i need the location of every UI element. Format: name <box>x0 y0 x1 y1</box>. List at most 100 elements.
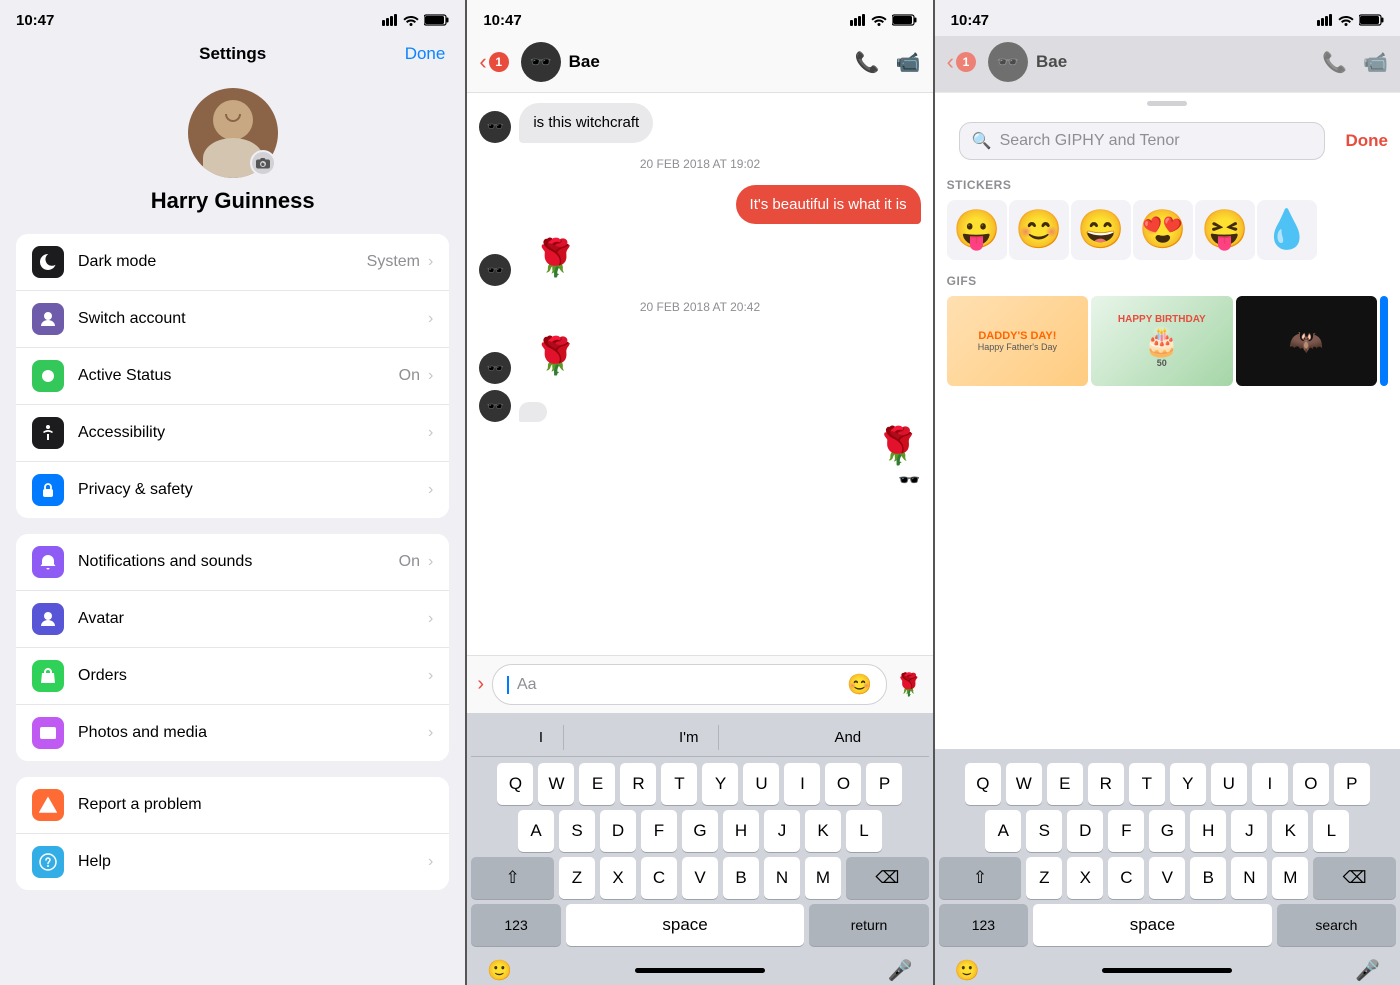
giphy-key-v[interactable]: V <box>1149 857 1185 899</box>
shift-key[interactable]: ⇧ <box>471 857 554 899</box>
switch-account-item[interactable]: Switch account › <box>16 291 449 348</box>
delete-key[interactable]: ⌫ <box>846 857 929 899</box>
giphy-key-c[interactable]: C <box>1108 857 1144 899</box>
giphy-key-r[interactable]: R <box>1088 763 1124 805</box>
key-x[interactable]: X <box>600 857 636 899</box>
sticker-3[interactable]: 😄 <box>1071 200 1131 260</box>
avatar-item[interactable]: Avatar › <box>16 591 449 648</box>
giphy-key-e[interactable]: E <box>1047 763 1083 805</box>
camera-badge[interactable] <box>250 150 276 176</box>
giphy-key-k[interactable]: K <box>1272 810 1308 852</box>
giphy-key-m[interactable]: M <box>1272 857 1308 899</box>
gif-2[interactable]: HAPPY BIRTHDAY 🎂 50 <box>1091 296 1232 386</box>
suggestion-2[interactable]: I'm <box>659 725 720 750</box>
key-t[interactable]: T <box>661 763 697 805</box>
key-y[interactable]: Y <box>702 763 738 805</box>
video-call-button[interactable]: 📹 <box>896 50 921 75</box>
key-d[interactable]: D <box>600 810 636 852</box>
emoji-button[interactable]: 😊 <box>847 672 872 697</box>
giphy-search-bar[interactable]: 🔍 Search GIPHY and Tenor <box>959 122 1326 160</box>
giphy-search-input[interactable]: Search GIPHY and Tenor <box>1000 132 1313 150</box>
sticker-4[interactable]: 😍 <box>1133 200 1193 260</box>
key-p[interactable]: P <box>866 763 902 805</box>
privacy-item[interactable]: Privacy & safety › <box>16 462 449 518</box>
giphy-back-button[interactable]: ‹ 1 <box>947 49 976 75</box>
settings-done-button[interactable]: Done <box>405 44 446 64</box>
return-key[interactable]: return <box>809 904 928 946</box>
giphy-key-q[interactable]: Q <box>965 763 1001 805</box>
sticker-6[interactable]: 💧 <box>1257 200 1317 260</box>
gif-4[interactable] <box>1380 296 1388 386</box>
giphy-return-key[interactable]: search <box>1277 904 1396 946</box>
space-key[interactable]: space <box>566 904 805 946</box>
key-e[interactable]: E <box>579 763 615 805</box>
giphy-num-key[interactable]: 123 <box>939 904 1028 946</box>
dark-mode-item[interactable]: Dark mode System › <box>16 234 449 291</box>
key-r[interactable]: R <box>620 763 656 805</box>
key-m[interactable]: M <box>805 857 841 899</box>
giphy-key-h[interactable]: H <box>1190 810 1226 852</box>
key-i[interactable]: I <box>784 763 820 805</box>
giphy-delete-key[interactable]: ⌫ <box>1313 857 1396 899</box>
suggestion-3[interactable]: And <box>814 725 881 750</box>
key-w[interactable]: W <box>538 763 574 805</box>
phone-call-button[interactable]: 📞 <box>855 50 880 75</box>
accessibility-item[interactable]: Accessibility › <box>16 405 449 462</box>
key-n[interactable]: N <box>764 857 800 899</box>
expand-button[interactable]: › <box>477 673 484 696</box>
report-item[interactable]: Report a problem <box>16 777 449 834</box>
notifications-item[interactable]: Notifications and sounds On › <box>16 534 449 591</box>
giphy-key-s[interactable]: S <box>1026 810 1062 852</box>
giphy-emoji-bar-icon[interactable]: 🙂 <box>955 958 980 983</box>
key-f[interactable]: F <box>641 810 677 852</box>
giphy-key-u[interactable]: U <box>1211 763 1247 805</box>
photos-item[interactable]: Photos and media › <box>16 705 449 761</box>
key-g[interactable]: G <box>682 810 718 852</box>
giphy-space-key[interactable]: space <box>1033 904 1272 946</box>
key-q[interactable]: Q <box>497 763 533 805</box>
giphy-mic-bar-icon[interactable]: 🎤 <box>1355 958 1380 983</box>
key-h[interactable]: H <box>723 810 759 852</box>
key-k[interactable]: K <box>805 810 841 852</box>
chat-contact-avatar[interactable]: 🕶️ <box>521 42 561 82</box>
key-z[interactable]: Z <box>559 857 595 899</box>
key-l[interactable]: L <box>846 810 882 852</box>
message-input-field[interactable]: Aa 😊 <box>492 664 887 705</box>
gif-1[interactable]: DADDY'S DAY! Happy Father's Day <box>947 296 1088 386</box>
key-u[interactable]: U <box>743 763 779 805</box>
help-item[interactable]: Help › <box>16 834 449 890</box>
key-v[interactable]: V <box>682 857 718 899</box>
giphy-key-w[interactable]: W <box>1006 763 1042 805</box>
giphy-key-o[interactable]: O <box>1293 763 1329 805</box>
giphy-key-x[interactable]: X <box>1067 857 1103 899</box>
orders-item[interactable]: Orders › <box>16 648 449 705</box>
sticker-1[interactable]: 😛 <box>947 200 1007 260</box>
suggestion-1[interactable]: I <box>519 725 564 750</box>
giphy-shift-key[interactable]: ⇧ <box>939 857 1022 899</box>
key-o[interactable]: O <box>825 763 861 805</box>
key-s[interactable]: S <box>559 810 595 852</box>
giphy-key-l[interactable]: L <box>1313 810 1349 852</box>
giphy-key-t[interactable]: T <box>1129 763 1165 805</box>
key-b[interactable]: B <box>723 857 759 899</box>
emoji-bar-icon[interactable]: 🙂 <box>487 958 512 983</box>
giphy-key-b[interactable]: B <box>1190 857 1226 899</box>
giphy-done-button[interactable]: Done <box>1345 131 1388 151</box>
giphy-key-y[interactable]: Y <box>1170 763 1206 805</box>
key-a[interactable]: A <box>518 810 554 852</box>
giphy-key-g[interactable]: G <box>1149 810 1185 852</box>
giphy-key-z[interactable]: Z <box>1026 857 1062 899</box>
giphy-key-d[interactable]: D <box>1067 810 1103 852</box>
chat-back-button[interactable]: ‹ 1 <box>479 49 508 75</box>
giphy-key-f[interactable]: F <box>1108 810 1144 852</box>
active-status-item[interactable]: Active Status On › <box>16 348 449 405</box>
sticker-button[interactable]: 🌹 <box>895 672 922 698</box>
mic-bar-icon[interactable]: 🎤 <box>888 958 913 983</box>
key-c[interactable]: C <box>641 857 677 899</box>
chat-contact-name[interactable]: Bae <box>569 52 855 72</box>
giphy-key-n[interactable]: N <box>1231 857 1267 899</box>
sticker-2[interactable]: 😊 <box>1009 200 1069 260</box>
key-j[interactable]: J <box>764 810 800 852</box>
giphy-key-i[interactable]: I <box>1252 763 1288 805</box>
gif-3[interactable]: 🦇 <box>1236 296 1377 386</box>
